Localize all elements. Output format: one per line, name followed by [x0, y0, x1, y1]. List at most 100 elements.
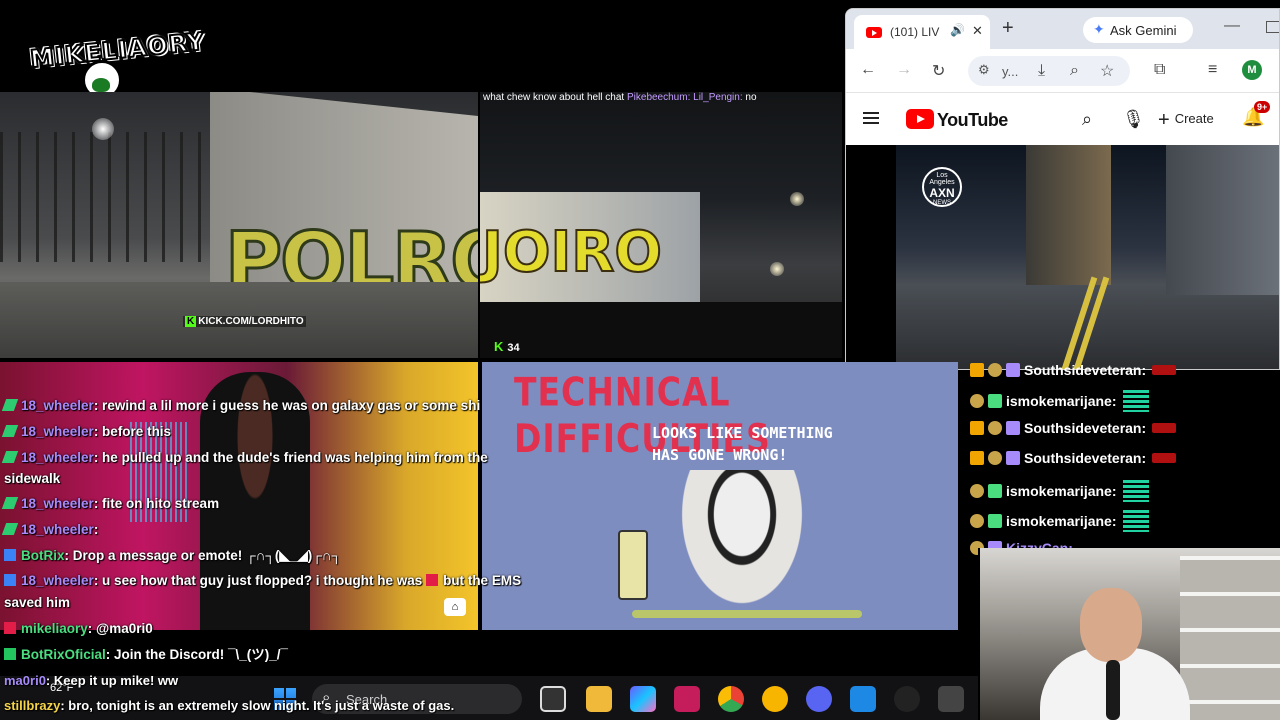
srt-icon[interactable] [938, 686, 964, 712]
maximize-button[interactable] [1266, 21, 1279, 33]
site-settings-icon[interactable]: ⚙ [978, 62, 990, 78]
gold-badge-icon [970, 484, 984, 498]
new-tab-button[interactable]: + [1002, 18, 1014, 38]
camera-feed-street-left: POLRO KKICK.COM/LORDHITO [0, 92, 478, 358]
extensions-icon[interactable]: ⧉ [1154, 61, 1165, 79]
ticker-user-1: Pikebeechum: [626, 92, 691, 103]
discord-icon[interactable] [806, 686, 832, 712]
browser-toolbar: ← → ↻ ⚙ y... ⤓ ⌕ ☆ ⧉ ≡ M [846, 49, 1279, 93]
viewer-count-value: 34 [507, 342, 520, 354]
emote-icon [1152, 453, 1177, 463]
graffiti-text: JOIRO [481, 219, 663, 286]
sub-badge-icon [988, 514, 1002, 528]
gemini-label: Ask Gemini [1110, 23, 1177, 38]
chrome-icon[interactable] [718, 686, 744, 712]
chat-message: stillbrazy: bro, tonight is an extremely… [4, 698, 454, 713]
tab-title: (101) LIV [890, 25, 940, 39]
emote-icon [1152, 365, 1177, 375]
emote-icon [1122, 510, 1149, 532]
close-tab-button[interactable]: ✕ [972, 23, 983, 39]
chat-text: : rewind a lil more i guess he was on ga… [93, 398, 481, 413]
gold-badge-icon [988, 451, 1002, 465]
chat-text: : Join the Discord! ¯\_(ツ)_/¯ [105, 647, 288, 662]
streamer-webcam [978, 548, 1280, 720]
pip-mark-icon: ⌂ [444, 598, 466, 616]
chat-username: BotRix [21, 548, 65, 563]
tech-line-1: LOOKS LIKE SOMETHING [652, 424, 833, 442]
plus-icon: + [1158, 109, 1170, 131]
forward-icon[interactable]: → [896, 61, 912, 79]
task-view-icon[interactable] [540, 686, 566, 712]
gold-badge-icon [970, 514, 984, 528]
chat-row: ismokemarijane: [970, 390, 1149, 412]
copilot-icon[interactable] [630, 686, 656, 712]
zoom-icon[interactable]: ⌕ [1070, 62, 1079, 80]
chat-message: BotRixOficial: Join the Discord! ¯\_(ツ)_… [4, 644, 288, 666]
create-button[interactable]: + Create [1158, 109, 1214, 132]
building [1026, 145, 1111, 285]
microphone-icon[interactable]: 🎙 [1122, 109, 1145, 130]
youtube-logo-icon[interactable] [906, 109, 934, 129]
ask-gemini-button[interactable]: ✦ Ask Gemini [1083, 17, 1193, 43]
address-bar[interactable]: ⚙ y... ⤓ ⌕ ☆ [968, 56, 1130, 86]
speaker-icon[interactable]: 🔊 [950, 23, 965, 37]
chat-username: ismokemarijane: [1006, 393, 1117, 409]
app-icon[interactable] [850, 686, 876, 712]
sun-app-icon[interactable] [762, 686, 788, 712]
youtube-wordmark[interactable]: YouTube [937, 110, 1008, 131]
search-icon[interactable]: ⌕ [1082, 109, 1092, 130]
file-explorer-icon[interactable] [586, 686, 612, 712]
media-controls-icon[interactable]: ≡ [1208, 61, 1217, 79]
emote-icon [1122, 390, 1149, 412]
app-icon[interactable] [674, 686, 700, 712]
youtube-badge-icon [4, 622, 16, 634]
install-icon[interactable]: ⤓ [1038, 62, 1045, 80]
chat-row: Southsideveteran: [970, 362, 1177, 384]
chat-text: : he pulled up and the dude's friend was… [93, 450, 488, 465]
face [1080, 588, 1142, 662]
chat-message: BotRix: Drop a message or emote! ┌∩┐(◣_◢… [4, 545, 341, 567]
chat-username: stillbrazy [4, 698, 61, 713]
menu-icon[interactable] [863, 112, 879, 124]
chat-message: 18_wheeler: [1, 519, 99, 541]
pencil-badge-icon [1, 497, 19, 509]
ticker-user-2: Lil_Pengin: [693, 92, 743, 103]
chat-username: ismokemarijane: [1006, 513, 1117, 529]
chat-username: 18_wheeler [21, 398, 94, 413]
pencil-badge-icon [1, 399, 19, 411]
crown-badge-icon [970, 363, 984, 377]
browser-window[interactable]: (101) LIV 🔊 ✕ + ✦ Ask Gemini — ← → ↻ ⚙ y… [845, 8, 1280, 370]
reload-icon[interactable]: ↻ [932, 61, 945, 81]
chat-text: : [93, 522, 99, 537]
chat-text: : Keep it up mike! ww [45, 673, 179, 688]
outlet-icon [618, 530, 648, 600]
tab-youtube-live[interactable]: (101) LIV 🔊 ✕ [854, 15, 990, 49]
obs-icon[interactable] [894, 686, 920, 712]
chat-row: Southsideveteran: [970, 420, 1177, 442]
building [1166, 145, 1279, 295]
channel-logo: MIKELIAORY [28, 16, 207, 100]
back-icon[interactable]: ← [860, 61, 876, 79]
url-text: y... [1002, 64, 1019, 79]
chat-username: Southsideveteran: [1024, 362, 1147, 378]
chat-message: ma0ri0: Keep it up mike! ww [4, 673, 178, 688]
bot-badge-icon [4, 574, 16, 586]
profile-avatar[interactable]: M [1242, 60, 1262, 80]
youtube-video-player[interactable]: Los Angeles AXN NEWS [846, 145, 1279, 369]
create-label: Create [1174, 111, 1214, 126]
emote-icon [1122, 480, 1149, 502]
axn-line-2: AXN [929, 186, 955, 200]
street-lamp [770, 262, 784, 276]
chat-text: : before this [93, 424, 172, 439]
chat-username: Southsideveteran: [1024, 450, 1147, 466]
bookmark-star-icon[interactable]: ☆ [1100, 61, 1114, 81]
minimize-button[interactable]: — [1224, 17, 1240, 35]
bot-badge-icon [4, 549, 16, 561]
dog-illustration [672, 470, 812, 618]
chat-text: : @ma0ri0 [87, 621, 153, 636]
kick-chat-ticker: what chew know about hell chat Pikebeech… [483, 92, 842, 106]
chat-message: 18_wheeler: u see how that guy just flop… [4, 570, 521, 592]
street-lamp [790, 192, 804, 206]
kick-watermark: K KICK.COM/LORDHITO [183, 316, 306, 327]
sub-badge-icon [1006, 421, 1020, 435]
